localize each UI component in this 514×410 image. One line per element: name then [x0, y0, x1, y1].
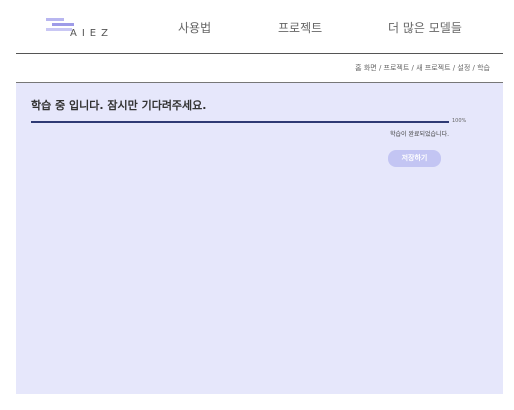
logo-mark-bar [46, 28, 72, 31]
logo-mark-bar [46, 18, 64, 21]
nav-projects[interactable]: 프로젝트 [278, 19, 322, 36]
header: AIEZ 사용법 프로젝트 더 많은 모델들 [0, 0, 514, 52]
breadcrumb-training: 학습 [477, 64, 490, 72]
breadcrumb-settings[interactable]: 설정 [457, 64, 470, 72]
training-progress-bar [31, 121, 449, 123]
breadcrumb-projects[interactable]: 프로젝트 [384, 64, 410, 72]
breadcrumb-home[interactable]: 홈 화면 [355, 64, 377, 72]
aiez-logo[interactable]: AIEZ [44, 18, 114, 44]
training-progress-percent: 100% [452, 118, 467, 124]
nav-more-models[interactable]: 더 많은 모델들 [388, 19, 462, 36]
logo-text: AIEZ [70, 28, 113, 39]
breadcrumb: 홈 화면 / 프로젝트 / 새 프로젝트 / 설정 / 학습 [355, 63, 490, 73]
header-divider [16, 53, 503, 54]
training-progress-fill [31, 121, 449, 123]
breadcrumb-new-project[interactable]: 새 프로젝트 [416, 64, 450, 72]
logo-mark-bar [52, 23, 74, 26]
training-panel: 학습 중 입니다. 잠시만 기다려주세요. 100% 학습이 완료되었습니다. … [16, 83, 503, 394]
save-button[interactable]: 저장하기 [388, 150, 441, 167]
nav-usage[interactable]: 사용법 [178, 19, 211, 36]
training-complete-message: 학습이 완료되었습니다. [389, 131, 449, 138]
training-status-title: 학습 중 입니다. 잠시만 기다려주세요. [31, 99, 207, 112]
